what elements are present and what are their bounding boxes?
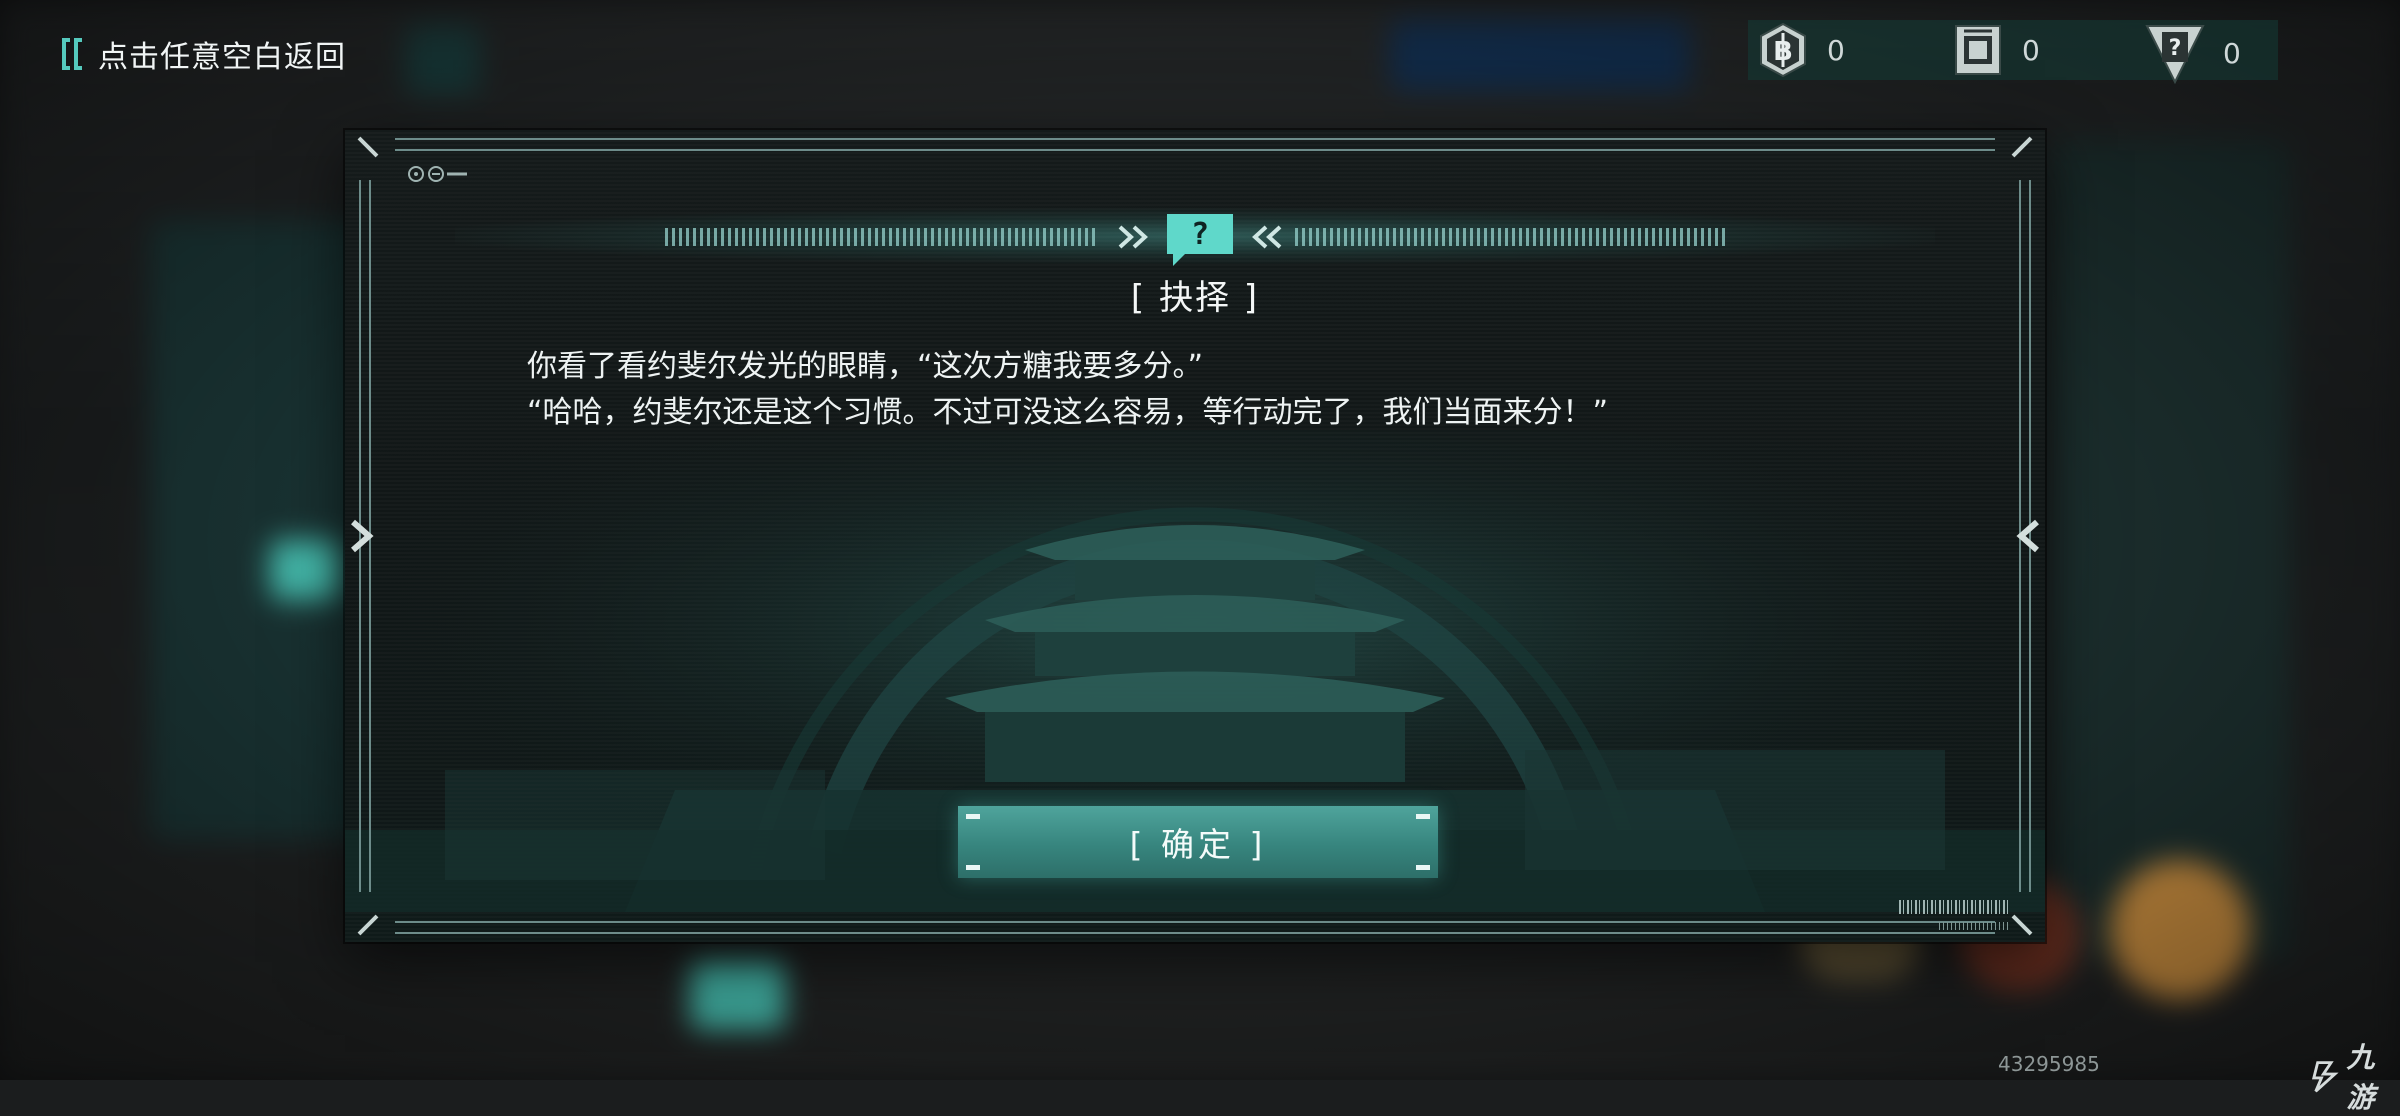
corner-tr-icon <box>2011 136 2033 158</box>
coin-b-icon: B <box>1760 22 1806 78</box>
double-chevron-left-icon <box>1252 225 1282 249</box>
resource-chip-card[interactable]: 0 <box>1952 22 2040 78</box>
corner-bl-icon <box>357 914 379 936</box>
double-bracket-icon <box>62 38 82 70</box>
question-card-icon: ? <box>2145 25 2205 84</box>
header-stripes-right <box>1295 228 1725 246</box>
barcode-decoration-small <box>1939 922 2009 930</box>
coin-count: 0 <box>1827 33 1845 67</box>
jiuyou-logo-icon <box>2311 1061 2339 1093</box>
frame-top <box>395 138 1995 151</box>
confirm-button[interactable]: [ 确定 ] <box>958 806 1438 878</box>
barcode-decoration <box>1899 900 2009 914</box>
question-mark-icon: ? <box>1167 214 1233 266</box>
double-chevron-right-icon <box>1118 225 1148 249</box>
svg-text:?: ? <box>2169 36 2182 61</box>
back-label: 点击任意空白返回 <box>98 40 346 75</box>
back-button[interactable]: 点击任意空白返回 <box>58 32 346 76</box>
resource-coin[interactable]: B 0 <box>1757 22 1845 78</box>
choice-dialog: ? [ 抉择 ] 你看了看约斐尔发光的眼睛，“这次方糖我要多分。” “哈哈，约斐… <box>345 130 2045 942</box>
decor-dots-icon <box>408 166 467 182</box>
watermark-id: 43295985 <box>1998 1052 2100 1076</box>
chip-card-icon <box>1955 25 2001 75</box>
story-line: 你看了看约斐尔发光的眼睛，“这次方糖我要多分。” <box>527 349 1204 384</box>
chevron-right-icon <box>351 519 374 553</box>
chevron-left-icon <box>2016 519 2039 553</box>
watermark-logo: 九游 <box>2310 1036 2400 1116</box>
corner-tl-icon <box>357 136 379 158</box>
frame-bottom <box>395 921 1995 934</box>
header-stripes-left <box>665 228 1095 246</box>
confirm-label: [ 确定 ] <box>1129 825 1267 864</box>
watermark-logo-text: 九游 <box>2346 1041 2375 1114</box>
resource-question-card[interactable]: ? 0 <box>2145 22 2241 84</box>
story-text: 你看了看约斐尔发光的眼睛，“这次方糖我要多分。” “哈哈，约斐尔还是这个习惯。不… <box>527 344 1857 436</box>
question-card-count: 0 <box>2223 36 2241 70</box>
dialog-title: [ 抉择 ] <box>1130 278 1260 318</box>
svg-text:?: ? <box>1191 217 1209 252</box>
chip-card-count: 0 <box>2022 33 2040 67</box>
story-line: “哈哈，约斐尔还是这个习惯。不过可没这么容易，等行动完了，我们当面来分！” <box>527 395 1609 430</box>
corner-br-icon <box>2011 914 2033 936</box>
